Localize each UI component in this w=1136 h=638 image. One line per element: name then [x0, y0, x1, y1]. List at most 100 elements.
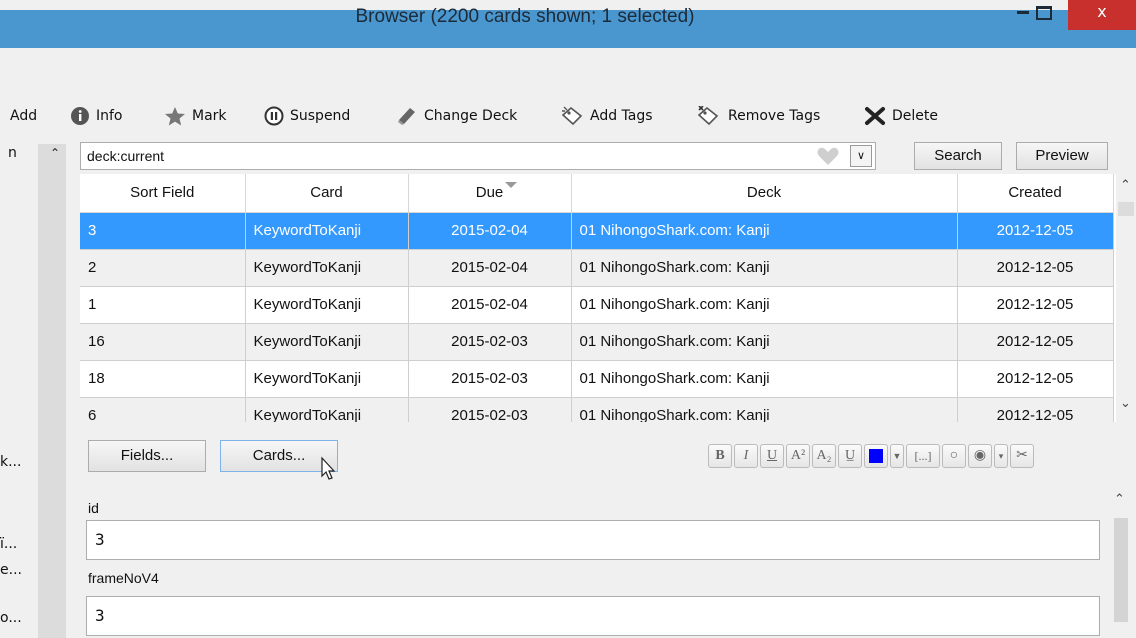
sidebar-item[interactable]: e...	[0, 562, 38, 578]
fields-button[interactable]: Fields...	[88, 440, 206, 472]
table-row[interactable]: 18 KeywordToKanji 2015-02-03 01 NihongoShar…	[80, 360, 1114, 398]
italic-button[interactable]: I	[734, 444, 758, 468]
scroll-up-icon[interactable]: ⌃	[1120, 178, 1131, 193]
table-row[interactable]: 3 KeywordToKanji 2015-02-04 01 NihongoShark…	[80, 212, 1114, 250]
card-table: Sort Field Card Due Deck Created 3 Keywor…	[80, 174, 1116, 422]
sidebar-item[interactable]: k...	[0, 454, 38, 470]
cell-card: KeywordToKanji	[245, 360, 409, 398]
bold-button[interactable]: B	[708, 444, 732, 468]
cell-deck: 01 NihongoShark.com: Kanji	[571, 360, 958, 398]
attach-button[interactable]: ○	[942, 444, 966, 468]
more-dropdown[interactable]: ▾	[994, 444, 1008, 468]
add-tags-button[interactable]: Add Tags	[560, 104, 653, 128]
sidebar: ⌃ n k... ï... e... o...	[0, 136, 80, 638]
info-label: Info	[96, 108, 123, 124]
add-tags-label: Add Tags	[590, 108, 653, 124]
toolbar: Add Info Mark Suspend Change Deck Add Ta…	[0, 96, 1136, 136]
remove-tags-button[interactable]: Remove Tags	[696, 104, 820, 128]
column-header-card[interactable]: Card	[245, 174, 409, 213]
field-label-frame: frameNoV4	[88, 570, 159, 586]
html-button[interactable]: ✂	[1010, 444, 1034, 468]
editor-scroll-thumb[interactable]	[1114, 518, 1128, 622]
cell-card: KeywordToKanji	[245, 249, 409, 287]
change-deck-label: Change Deck	[424, 108, 518, 124]
maximize-button[interactable]	[1036, 6, 1052, 20]
cell-sort-field: 6	[80, 397, 246, 422]
search-button[interactable]: Search	[914, 142, 1002, 170]
close-button[interactable]: x	[1068, 0, 1136, 30]
preview-button[interactable]: Preview	[1016, 142, 1108, 170]
cell-card: KeywordToKanji	[245, 397, 409, 422]
search-history-dropdown[interactable]: ∨	[850, 145, 872, 167]
table-row[interactable]: 2 KeywordToKanji 2015-02-04 01 NihongoShark…	[80, 249, 1114, 287]
pause-icon	[264, 106, 284, 126]
title-bar: Browser (2200 cards shown; 1 selected) x	[0, 0, 1136, 48]
table-row[interactable]: 1 KeywordToKanji 2015-02-04 01 NihongoShark…	[80, 286, 1114, 324]
field-label-id: id	[88, 500, 99, 516]
cell-deck: 01 NihongoShark.com: Kanji	[571, 397, 958, 422]
heart-icon[interactable]	[816, 146, 840, 166]
mark-button[interactable]: Mark	[164, 104, 227, 128]
add-button[interactable]: Add	[10, 104, 37, 128]
card-grid: Sort Field Card Due Deck Created 3 Keywor…	[80, 174, 1114, 422]
cell-sort-field: 1	[80, 286, 246, 324]
search-row: deck:current ∨ Search Preview	[80, 142, 1136, 170]
column-header-sort-field[interactable]: Sort Field	[80, 174, 246, 213]
scroll-up-icon[interactable]: ⌃	[1114, 492, 1125, 507]
change-deck-button[interactable]: Change Deck	[396, 104, 517, 128]
minimize-button[interactable]	[1014, 10, 1034, 30]
cell-deck: 01 NihongoShark.com: Kanji	[571, 212, 958, 250]
text-color-dropdown[interactable]: ▼	[890, 444, 904, 468]
star-icon	[165, 107, 185, 126]
table-row[interactable]: 6 KeywordToKanji 2015-02-03 01 NihongoShark…	[80, 397, 1114, 422]
sort-descending-icon	[504, 182, 517, 188]
text-color-button[interactable]	[864, 444, 888, 468]
underline-button[interactable]: U	[760, 444, 784, 468]
tag-remove-icon	[697, 106, 719, 126]
sidebar-item[interactable]: n	[8, 145, 46, 161]
cell-created: 2012-12-05	[957, 212, 1114, 250]
editor-scrollbar[interactable]: ⌃	[1110, 492, 1132, 638]
sidebar-collapse-icon[interactable]: ⌃	[50, 146, 60, 160]
cell-sort-field: 2	[80, 249, 246, 287]
cell-created: 2012-12-05	[957, 286, 1114, 324]
table-scrollbar[interactable]: ⌃ ⌄	[1116, 174, 1136, 422]
cell-deck: 01 NihongoShark.com: Kanji	[571, 323, 958, 361]
cell-due: 2015-02-04	[408, 249, 572, 287]
subscript-button[interactable]: A₂	[812, 444, 836, 468]
sidebar-item[interactable]: o...	[0, 610, 38, 626]
chevron-down-icon: ∨	[856, 149, 866, 162]
table-scroll-thumb[interactable]	[1118, 202, 1134, 216]
cell-due: 2015-02-03	[408, 323, 572, 361]
column-header-due[interactable]: Due	[408, 174, 572, 213]
column-header-created[interactable]: Created	[957, 174, 1114, 213]
sidebar-item[interactable]: ï...	[0, 536, 38, 552]
search-input[interactable]: deck:current	[80, 142, 876, 170]
clear-format-button[interactable]: U̲	[838, 444, 862, 468]
table-row[interactable]: 16 KeywordToKanji 2015-02-03 01 NihongoShar…	[80, 323, 1114, 361]
cell-due: 2015-02-03	[408, 397, 572, 422]
cloze-button[interactable]: [...]	[906, 444, 940, 468]
delete-button[interactable]: Delete	[864, 104, 938, 128]
superscript-button[interactable]: A²	[786, 444, 810, 468]
info-button[interactable]: Info	[70, 104, 123, 128]
field-input-frame[interactable]: 3	[86, 596, 1100, 636]
cell-due: 2015-02-04	[408, 286, 572, 324]
cell-deck: 01 NihongoShark.com: Kanji	[571, 286, 958, 324]
mark-label: Mark	[192, 108, 227, 124]
add-label: Add	[10, 108, 38, 124]
cell-deck: 01 NihongoShark.com: Kanji	[571, 249, 958, 287]
table-header-row: Sort Field Card Due Deck Created	[80, 174, 1114, 213]
cell-due: 2015-02-03	[408, 360, 572, 398]
text-color-swatch	[869, 449, 883, 463]
field-input-id[interactable]: 3	[86, 520, 1100, 560]
column-header-deck[interactable]: Deck	[571, 174, 958, 213]
suspend-button[interactable]: Suspend	[264, 104, 350, 128]
cell-card: KeywordToKanji	[245, 212, 409, 250]
deck-icon	[398, 108, 415, 125]
sidebar-scrollbar[interactable]	[38, 144, 66, 638]
formatting-toolbar: B I U A² A₂ U̲ ▼ [...] ○ ◉ ▾ ✂	[708, 442, 1034, 470]
record-button[interactable]: ◉	[968, 444, 992, 468]
cell-sort-field: 3	[80, 212, 246, 250]
scroll-down-icon[interactable]: ⌄	[1120, 396, 1131, 411]
